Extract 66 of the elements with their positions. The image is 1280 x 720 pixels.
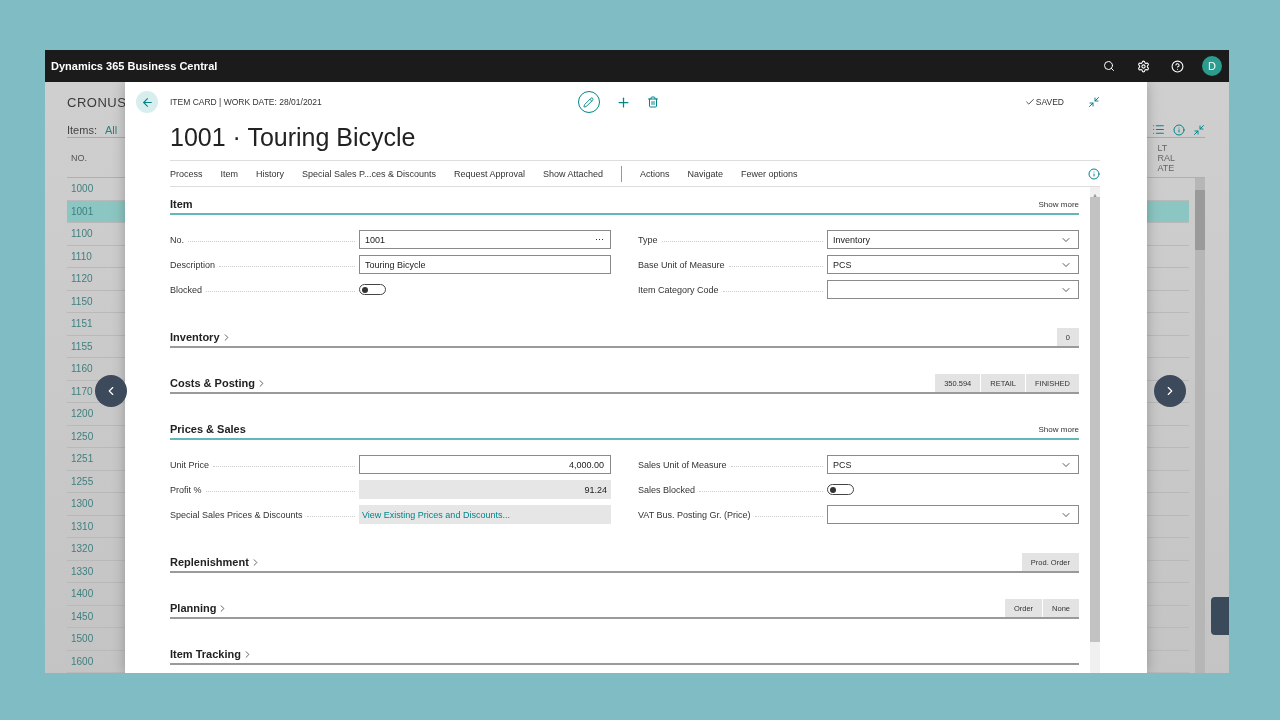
info-icon[interactable] [1173, 123, 1185, 136]
dropdown-field[interactable]: Inventory [827, 230, 1079, 249]
more-icon[interactable]: ⋯ [595, 234, 604, 245]
scrollbar-thumb[interactable] [1090, 197, 1100, 642]
toggle-switch[interactable] [359, 284, 386, 295]
field-label: Sales Blocked [638, 484, 696, 495]
field-label: Sales Unit of Measure [638, 459, 727, 470]
section-title[interactable]: Inventory [170, 331, 232, 346]
section-title[interactable]: Item [170, 198, 193, 213]
page-title: 1001 · Touring Bicycle [170, 122, 417, 153]
app-title: Dynamics 365 Business Central [51, 60, 219, 72]
action-link[interactable]: History [256, 168, 285, 179]
section-title[interactable]: Item Tracking [170, 648, 253, 663]
menu-link[interactable]: Navigate [687, 168, 724, 179]
action-link[interactable]: Request Approval [453, 168, 525, 179]
add-icon[interactable] [615, 94, 631, 110]
collapse-icon[interactable] [1088, 96, 1100, 108]
section-title[interactable]: Costs & Posting [170, 377, 267, 392]
action-link[interactable]: Item [220, 168, 239, 179]
help-icon[interactable] [1168, 57, 1186, 75]
field-label: Base Unit of Measure [638, 259, 725, 270]
text-field[interactable]: Touring Bicycle [359, 255, 611, 274]
dropdown-field[interactable]: PCS [827, 455, 1079, 474]
toggle-switch[interactable] [827, 484, 854, 495]
arrow-left-icon [140, 95, 154, 109]
field-label: Item Category Code [638, 284, 719, 295]
status-text: SAVED [1035, 97, 1064, 107]
scrollbar-thumb[interactable] [1195, 190, 1205, 250]
number-field[interactable]: 4,000.00 [359, 455, 611, 474]
section-title[interactable]: Prices & Sales [170, 423, 246, 438]
company-name: CRONUS [67, 95, 127, 110]
column-header: LT RAL ATE [1157, 142, 1175, 173]
collapse-icon[interactable] [1193, 123, 1205, 136]
show-more-link[interactable]: Show more [1038, 200, 1079, 213]
column-header: NO. [71, 152, 87, 163]
field-label: Type [638, 234, 658, 245]
pencil-icon [583, 96, 594, 108]
delete-icon[interactable] [646, 96, 659, 108]
menu-link[interactable]: Fewer options [741, 168, 798, 179]
field-label: Special Sales Prices & Discounts [170, 509, 303, 520]
section-title[interactable]: Replenishment [170, 556, 261, 571]
action-link[interactable]: Show Attached [543, 168, 604, 179]
field-label: Blocked [170, 284, 203, 295]
dropdown-field[interactable] [827, 505, 1079, 524]
field-label: Profit % [170, 484, 202, 495]
check-icon [1024, 97, 1035, 107]
back-button[interactable] [136, 91, 158, 113]
dropdown-field[interactable]: PCS [827, 255, 1079, 274]
info-icon[interactable] [1088, 167, 1100, 180]
field-label: No. [170, 234, 184, 245]
dropdown-field[interactable] [827, 280, 1079, 299]
field-label: Description [170, 259, 216, 270]
value-field: 91.24 [359, 480, 611, 499]
prices-link[interactable]: View Existing Prices and Discounts... [359, 505, 611, 524]
section-title[interactable]: Planning [170, 602, 229, 617]
menu-link[interactable]: Actions [640, 168, 670, 179]
edit-button[interactable] [577, 91, 600, 113]
action-link[interactable]: Process [170, 168, 203, 179]
filter-label: Items: [67, 123, 97, 136]
list-icon[interactable] [1152, 123, 1165, 137]
action-link[interactable]: Special Sales P...ces & Discounts [302, 168, 436, 179]
show-more-link[interactable]: Show more [1038, 425, 1079, 438]
text-field[interactable]: 1001 ⋯ [359, 230, 611, 249]
field-label: Unit Price [170, 459, 209, 470]
breadcrumb: ITEM CARD | WORK DATE: 28/01/2021 [170, 97, 322, 107]
field-label: VAT Bus. Posting Gr. (Price) [638, 509, 751, 520]
